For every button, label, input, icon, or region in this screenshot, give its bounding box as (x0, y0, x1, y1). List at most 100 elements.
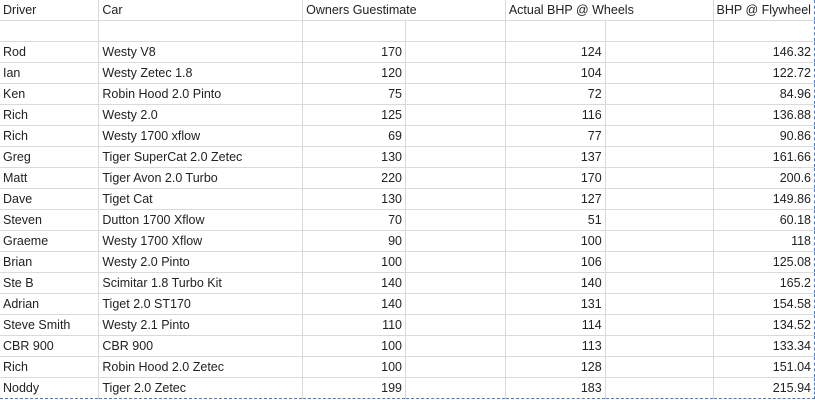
cell-driver[interactable]: CBR 900 (0, 335, 100, 357)
cell-driver[interactable]: Adrian (0, 293, 100, 315)
empty-cell[interactable] (605, 230, 714, 252)
empty-cell[interactable] (405, 146, 506, 168)
empty-cell[interactable] (405, 62, 506, 84)
empty-cell[interactable] (605, 83, 714, 105)
cell-actual-bhp-wheels[interactable]: 128 (505, 356, 606, 378)
empty-cell[interactable] (605, 209, 714, 231)
cell-car[interactable]: Tiget Cat (98, 188, 304, 210)
cell-actual-bhp-wheels[interactable]: 114 (505, 314, 606, 336)
empty-cell[interactable] (405, 83, 506, 105)
header-actual-bhp-wheels[interactable]: Actual BHP @ Wheels (505, 0, 714, 21)
cell-owners-guestimate[interactable]: 90 (302, 230, 406, 252)
cell-driver[interactable]: Matt (0, 167, 100, 189)
cell-car[interactable]: Robin Hood 2.0 Pinto (98, 83, 304, 105)
header-bhp-flywheel[interactable]: BHP @ Flywheel (713, 0, 815, 21)
cell-driver[interactable]: Greg (0, 146, 100, 168)
cell-owners-guestimate[interactable]: 110 (302, 314, 406, 336)
cell-driver[interactable]: Dave (0, 188, 100, 210)
cell-car[interactable]: Westy 1700 xflow (98, 125, 304, 147)
empty-cell[interactable] (605, 251, 714, 273)
cell-driver[interactable]: Ken (0, 83, 100, 105)
empty-cell[interactable] (605, 146, 714, 168)
cell-car[interactable]: Westy 1700 Xflow (98, 230, 304, 252)
cell-bhp-flywheel[interactable]: 125.08 (713, 251, 815, 273)
cell-owners-guestimate[interactable]: 100 (302, 335, 406, 357)
cell-actual-bhp-wheels[interactable]: 100 (505, 230, 606, 252)
cell-car[interactable]: Dutton 1700 Xflow (98, 209, 304, 231)
cell-car[interactable]: Tiger 2.0 Zetec (98, 377, 304, 399)
empty-cell[interactable] (605, 272, 714, 294)
cell-bhp-flywheel[interactable]: 146.32 (713, 41, 815, 63)
cell-actual-bhp-wheels[interactable]: 51 (505, 209, 606, 231)
empty-cell[interactable] (605, 356, 714, 378)
cell-owners-guestimate[interactable]: 140 (302, 272, 406, 294)
cell-actual-bhp-wheels[interactable]: 183 (505, 377, 606, 399)
cell-bhp-flywheel[interactable]: 154.58 (713, 293, 815, 315)
cell-actual-bhp-wheels[interactable]: 124 (505, 41, 606, 63)
cell-owners-guestimate[interactable]: 125 (302, 104, 406, 126)
spreadsheet[interactable]: Driver Car Owners Guestimate Actual BHP … (0, 0, 815, 400)
cell-car[interactable]: Westy V8 (98, 41, 304, 63)
empty-cell[interactable] (405, 167, 506, 189)
empty-cell[interactable] (605, 335, 714, 357)
empty-cell[interactable] (405, 104, 506, 126)
cell-car[interactable]: Tiger Avon 2.0 Turbo (98, 167, 304, 189)
cell-driver[interactable]: Rich (0, 104, 100, 126)
cell-owners-guestimate[interactable]: 69 (302, 125, 406, 147)
empty-cell[interactable] (405, 20, 506, 42)
cell-driver[interactable]: Steven (0, 209, 100, 231)
empty-cell[interactable] (302, 20, 406, 42)
cell-bhp-flywheel[interactable]: 215.94 (713, 377, 815, 399)
cell-owners-guestimate[interactable]: 220 (302, 167, 406, 189)
empty-cell[interactable] (605, 293, 714, 315)
cell-car[interactable]: Robin Hood 2.0 Zetec (98, 356, 304, 378)
empty-cell[interactable] (0, 20, 100, 42)
empty-cell[interactable] (405, 293, 506, 315)
cell-car[interactable]: Tiget 2.0 ST170 (98, 293, 304, 315)
empty-cell[interactable] (98, 20, 304, 42)
cell-car[interactable]: Tiger SuperCat 2.0 Zetec (98, 146, 304, 168)
cell-driver[interactable]: Brian (0, 251, 100, 273)
cell-owners-guestimate[interactable]: 70 (302, 209, 406, 231)
empty-cell[interactable] (405, 230, 506, 252)
empty-cell[interactable] (405, 272, 506, 294)
empty-cell[interactable] (405, 335, 506, 357)
cell-driver[interactable]: Rod (0, 41, 100, 63)
cell-car[interactable]: Westy 2.0 Pinto (98, 251, 304, 273)
cell-bhp-flywheel[interactable]: 84.96 (713, 83, 815, 105)
empty-cell[interactable] (505, 20, 606, 42)
empty-cell[interactable] (405, 314, 506, 336)
empty-cell[interactable] (405, 125, 506, 147)
cell-bhp-flywheel[interactable]: 200.6 (713, 167, 815, 189)
cell-owners-guestimate[interactable]: 130 (302, 146, 406, 168)
cell-bhp-flywheel[interactable]: 165.2 (713, 272, 815, 294)
cell-driver[interactable]: Rich (0, 125, 100, 147)
cell-bhp-flywheel[interactable]: 118 (713, 230, 815, 252)
cell-owners-guestimate[interactable]: 120 (302, 62, 406, 84)
empty-cell[interactable] (605, 62, 714, 84)
cell-driver[interactable]: Steve Smith (0, 314, 100, 336)
cell-actual-bhp-wheels[interactable]: 72 (505, 83, 606, 105)
cell-car[interactable]: Westy 2.1 Pinto (98, 314, 304, 336)
cell-driver[interactable]: Graeme (0, 230, 100, 252)
cell-owners-guestimate[interactable]: 199 (302, 377, 406, 399)
empty-cell[interactable] (605, 104, 714, 126)
cell-owners-guestimate[interactable]: 130 (302, 188, 406, 210)
cell-actual-bhp-wheels[interactable]: 104 (505, 62, 606, 84)
cell-owners-guestimate[interactable]: 140 (302, 293, 406, 315)
cell-bhp-flywheel[interactable]: 122.72 (713, 62, 815, 84)
cell-bhp-flywheel[interactable]: 136.88 (713, 104, 815, 126)
cell-driver[interactable]: Noddy (0, 377, 100, 399)
cell-actual-bhp-wheels[interactable]: 106 (505, 251, 606, 273)
cell-bhp-flywheel[interactable]: 161.66 (713, 146, 815, 168)
cell-actual-bhp-wheels[interactable]: 116 (505, 104, 606, 126)
empty-cell[interactable] (405, 251, 506, 273)
empty-cell[interactable] (405, 377, 506, 399)
cell-driver[interactable]: Rich (0, 356, 100, 378)
header-owners-guestimate[interactable]: Owners Guestimate (302, 0, 506, 21)
cell-car[interactable]: Westy Zetec 1.8 (98, 62, 304, 84)
empty-cell[interactable] (605, 125, 714, 147)
cell-car[interactable]: Scimitar 1.8 Turbo Kit (98, 272, 304, 294)
cell-driver[interactable]: Ste B (0, 272, 100, 294)
empty-cell[interactable] (405, 188, 506, 210)
